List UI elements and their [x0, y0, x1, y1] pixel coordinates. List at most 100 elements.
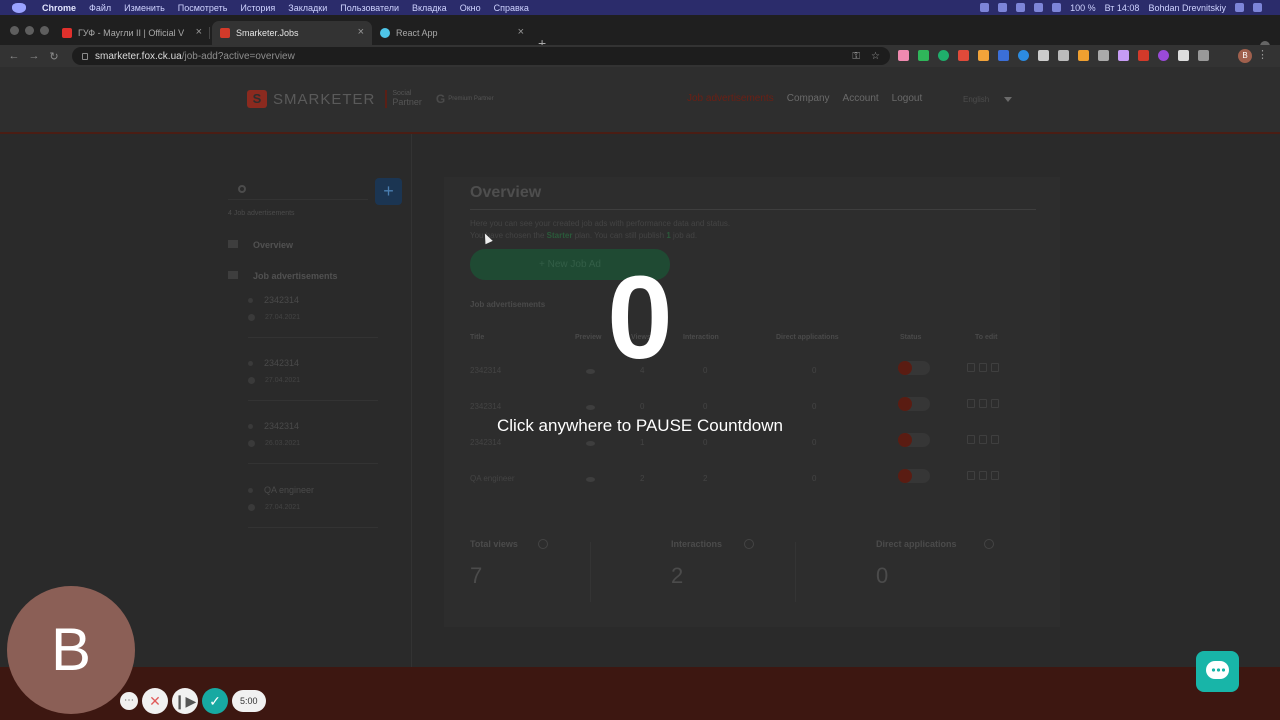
extension-icon[interactable] — [918, 50, 929, 61]
cancel-recording-button[interactable]: ✕ — [142, 688, 168, 714]
status-toggle[interactable] — [898, 469, 930, 483]
copy-icon[interactable] — [991, 435, 999, 444]
more-menu-icon[interactable]: ⋮ — [1257, 48, 1268, 61]
extension-icon[interactable] — [1078, 50, 1089, 61]
translate-icon[interactable] — [998, 50, 1009, 61]
extension-icon[interactable] — [1118, 50, 1129, 61]
profile-avatar[interactable]: B — [1238, 49, 1252, 63]
finish-recording-button[interactable]: ✓ — [202, 688, 228, 714]
forward-icon[interactable]: → — [24, 50, 44, 62]
extension-icon[interactable] — [1098, 50, 1109, 61]
browser-toolbar: ← → ↻ smarketer.fox.ck.ua /job-add?activ… — [0, 45, 1280, 67]
extension-icon[interactable] — [978, 50, 989, 61]
sidebar-search-input[interactable] — [228, 182, 368, 200]
battery-level[interactable]: 100 % — [1070, 3, 1096, 13]
control-center-icon[interactable] — [1253, 3, 1262, 12]
menu-item-edit[interactable]: Изменить — [124, 3, 165, 13]
cell-title[interactable]: QA engineer — [470, 474, 514, 483]
close-window-icon[interactable] — [10, 26, 19, 35]
close-tab-icon[interactable]: × — [196, 26, 202, 38]
edit-icon[interactable] — [967, 435, 975, 444]
nav-logout[interactable]: Logout — [892, 93, 923, 104]
spotlight-icon[interactable] — [1235, 3, 1244, 12]
wifi-icon[interactable] — [1052, 3, 1062, 12]
table-row[interactable]: 2342314 1 0 0 — [470, 433, 1036, 474]
extension-icon[interactable] — [898, 50, 909, 61]
menu-item-users[interactable]: Пользователи — [340, 3, 399, 13]
more-options-icon[interactable]: ⋯ — [120, 692, 138, 710]
menu-item-tab[interactable]: Вкладка — [412, 3, 447, 13]
menu-item-app[interactable]: Chrome — [42, 3, 76, 13]
bookmark-star-icon[interactable]: ☆ — [871, 51, 880, 62]
plan-name[interactable]: Starter — [547, 231, 573, 240]
chat-widget-button[interactable] — [1196, 651, 1239, 692]
puzzle-icon[interactable] — [1178, 50, 1189, 61]
nav-company[interactable]: Company — [787, 93, 830, 104]
chevron-down-icon[interactable] — [1004, 97, 1012, 102]
publish-count: 1 — [666, 231, 671, 240]
eye-icon[interactable] — [586, 441, 595, 446]
close-tab-icon[interactable]: × — [358, 26, 364, 38]
eye-icon[interactable] — [586, 477, 595, 482]
delete-icon[interactable] — [979, 471, 987, 480]
apple-icon[interactable] — [12, 2, 26, 13]
close-tab-icon[interactable]: × — [518, 26, 524, 38]
back-icon[interactable]: ← — [4, 50, 24, 62]
language-select[interactable]: English — [963, 95, 989, 104]
menu-item-window[interactable]: Окно — [460, 3, 481, 13]
status-icon[interactable] — [998, 3, 1008, 12]
table-row[interactable]: QA engineer 2 2 0 — [470, 469, 1036, 510]
browser-tab[interactable]: React App × — [372, 21, 532, 45]
menubar-clock[interactable]: Вт 14:08 — [1105, 3, 1140, 13]
copy-icon[interactable] — [991, 399, 999, 408]
cell-views: 1 — [640, 438, 645, 447]
clock-icon — [248, 440, 255, 447]
menu-item-view[interactable]: Посмотреть — [178, 3, 228, 13]
menu-item-bookmarks[interactable]: Закладки — [288, 3, 327, 13]
address-bar[interactable]: smarketer.fox.ck.ua /job-add?active=over… — [72, 47, 890, 65]
key-icon[interactable]: ⚿ — [852, 51, 860, 62]
browser-tab[interactable]: ГУФ - Маугли II | Official V × — [54, 21, 210, 45]
menu-item-history[interactable]: История — [240, 3, 275, 13]
adblock-icon[interactable] — [958, 50, 969, 61]
countdown-message[interactable]: Click anywhere to PAUSE Countdown — [0, 416, 1280, 436]
status-icon[interactable] — [980, 3, 990, 12]
countdown-number[interactable]: 0 — [0, 258, 1280, 378]
webcam-bubble[interactable]: B — [7, 586, 135, 714]
nav-account[interactable]: Account — [843, 93, 879, 104]
extension-icon[interactable] — [1138, 50, 1149, 61]
extension-icon[interactable] — [1018, 50, 1029, 61]
help-icon[interactable] — [984, 539, 994, 549]
smarketer-logo[interactable]: S SMARKETER Social Partner G Premium Par… — [247, 90, 494, 108]
menubar-user[interactable]: Bohdan Drevnitskiy — [1148, 3, 1226, 13]
help-icon[interactable] — [744, 539, 754, 549]
edit-icon[interactable] — [967, 471, 975, 480]
lock-icon[interactable] — [82, 52, 88, 60]
add-job-button[interactable]: + — [375, 178, 402, 205]
cell-title[interactable]: 2342314 — [470, 438, 501, 447]
help-icon[interactable] — [538, 539, 548, 549]
stat-value: 0 — [876, 563, 889, 588]
status-icon[interactable] — [1016, 3, 1026, 12]
delete-icon[interactable] — [979, 435, 987, 444]
restart-recording-button[interactable]: ❙▶ — [172, 688, 198, 714]
eye-icon[interactable] — [586, 405, 595, 410]
status-toggle[interactable] — [898, 397, 930, 411]
reading-list-icon[interactable] — [1198, 50, 1209, 61]
extension-icon[interactable] — [1038, 50, 1049, 61]
minimize-window-icon[interactable] — [25, 26, 34, 35]
delete-icon[interactable] — [979, 399, 987, 408]
copy-icon[interactable] — [991, 471, 999, 480]
extension-icon[interactable] — [1158, 50, 1169, 61]
menu-item-help[interactable]: Справка — [494, 3, 529, 13]
reload-icon[interactable]: ↻ — [44, 50, 64, 63]
status-icon[interactable] — [1034, 3, 1044, 12]
zoom-window-icon[interactable] — [40, 26, 49, 35]
extension-icon[interactable] — [1058, 50, 1069, 61]
nav-job-advertisements[interactable]: Job advertisements — [687, 93, 774, 104]
cell-title[interactable]: 2342314 — [470, 402, 501, 411]
edit-icon[interactable] — [967, 399, 975, 408]
menu-item-file[interactable]: Файл — [89, 3, 111, 13]
browser-tab-active[interactable]: Smarketer.Jobs × — [212, 21, 372, 45]
grammarly-icon[interactable] — [938, 50, 949, 61]
